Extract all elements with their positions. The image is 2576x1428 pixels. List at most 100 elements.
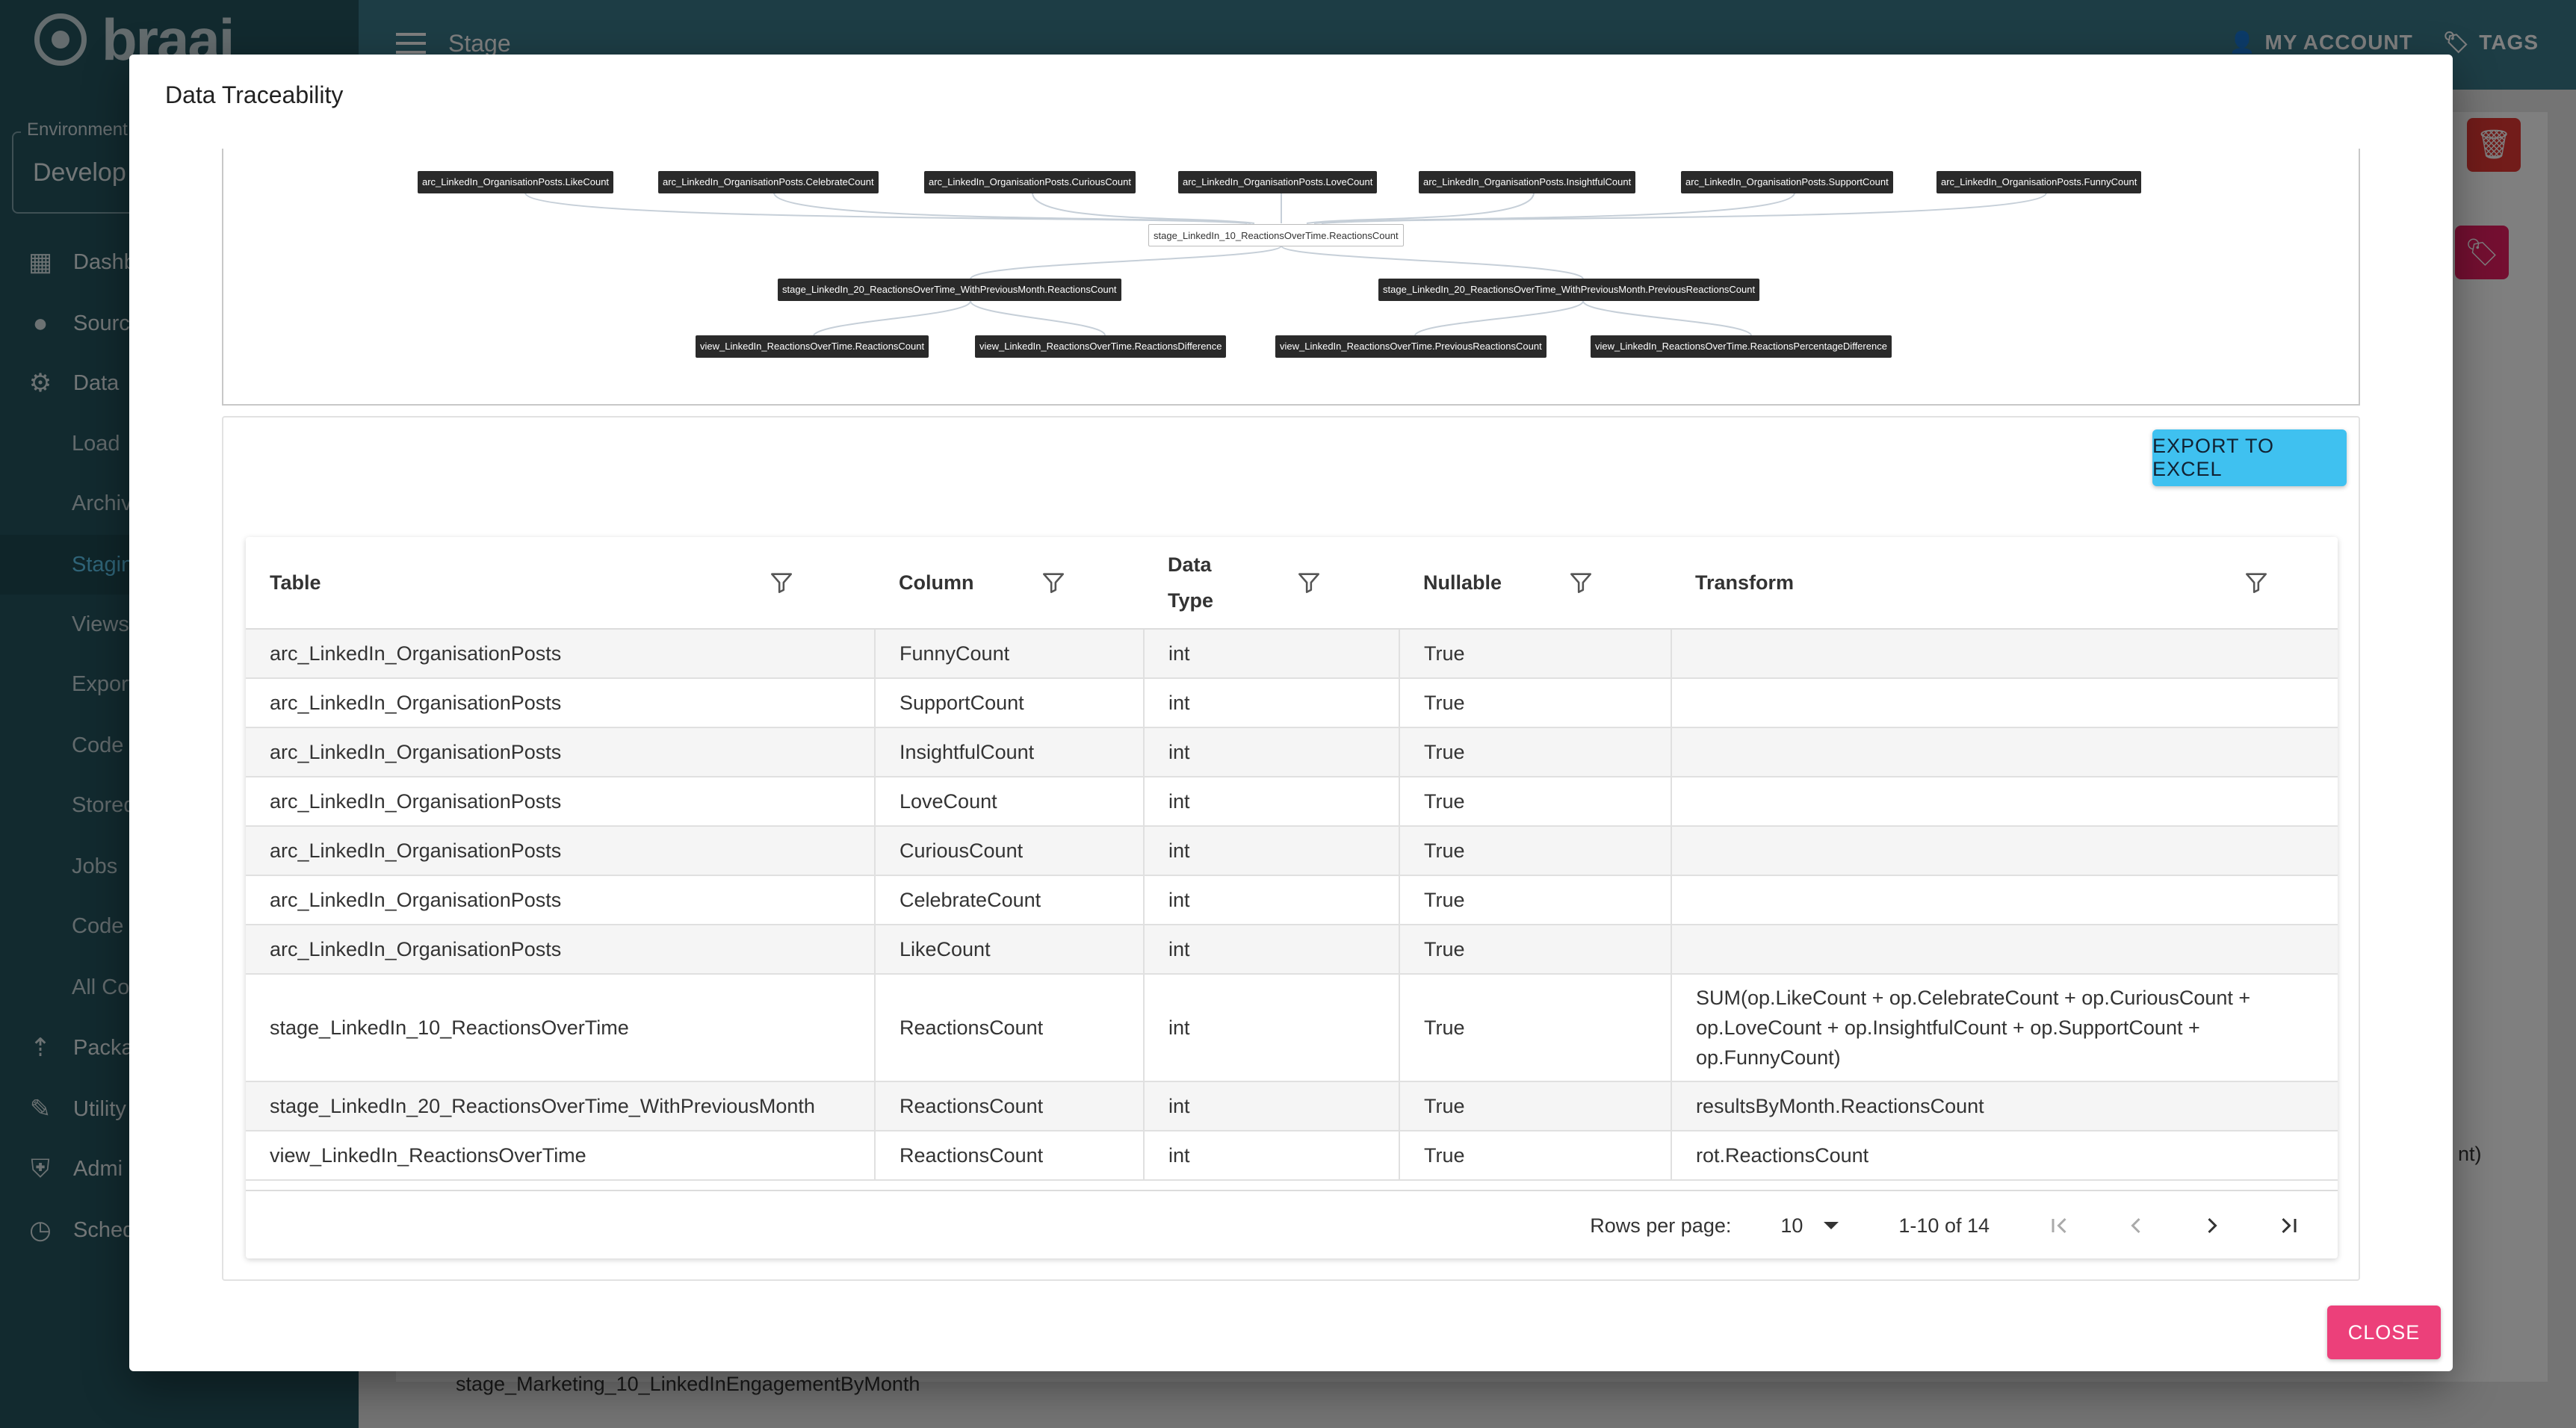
rows-per-page-select[interactable]: 10	[1780, 1214, 1803, 1238]
cell-nullable: True	[1399, 1081, 1672, 1131]
first-page-button[interactable]	[2037, 1203, 2082, 1248]
cell-column: FunnyCount	[875, 629, 1145, 679]
rows-per-page-label: Rows per page:	[1590, 1214, 1732, 1237]
cell-table: arc_LinkedIn_OrganisationPosts	[246, 678, 876, 728]
graph-node-source[interactable]: arc_LinkedIn_OrganisationPosts.LikeCount	[418, 171, 614, 193]
cell-nullable: True	[1399, 777, 1672, 827]
edge-likecount	[524, 192, 1248, 224]
chevron-right-icon	[2208, 1217, 2217, 1234]
cell-table: arc_LinkedIn_OrganisationPosts	[246, 777, 876, 827]
graph-node-source[interactable]: arc_LinkedIn_OrganisationPosts.CuriousCo…	[924, 171, 1136, 193]
header-label: Transform	[1695, 571, 1795, 594]
filter-icon[interactable]	[1568, 570, 1594, 595]
first-page-icon	[2052, 1217, 2066, 1234]
cell-column: LikeCount	[875, 925, 1145, 975]
table-row[interactable]: arc_LinkedIn_OrganisationPosts SupportCo…	[246, 678, 2338, 728]
cell-transform	[1671, 629, 2338, 679]
cell-table: arc_LinkedIn_OrganisationPosts	[246, 727, 876, 777]
cell-transform: rot.ReactionsCount	[1671, 1131, 2338, 1181]
graph-node-view[interactable]: view_LinkedIn_ReactionsOverTime.Previous…	[1275, 335, 1546, 358]
cell-type: int	[1144, 1131, 1400, 1181]
column-header-data-type[interactable]: Data Type	[1144, 537, 1399, 630]
table-row[interactable]: arc_LinkedIn_OrganisationPosts LoveCount…	[246, 777, 2338, 827]
cell-type: int	[1144, 727, 1400, 777]
table-row[interactable]: view_LinkedIn_ReactionsOverTime Reaction…	[246, 1131, 2338, 1181]
close-button[interactable]: CLOSE	[2327, 1306, 2441, 1359]
graph-node-center[interactable]: stage_LinkedIn_10_ReactionsOverTime.Reac…	[1148, 224, 1404, 246]
column-header-table[interactable]: Table	[246, 537, 875, 630]
cell-transform	[1671, 826, 2338, 876]
cell-table: arc_LinkedIn_OrganisationPosts	[246, 875, 876, 925]
edge-mid1-to-view1	[813, 300, 971, 336]
table-row[interactable]: arc_LinkedIn_OrganisationPosts CuriousCo…	[246, 826, 2338, 876]
cell-transform: resultsByMonth.ReactionsCount	[1671, 1081, 2338, 1131]
cell-nullable: True	[1399, 826, 1672, 876]
cell-nullable: True	[1399, 875, 1672, 925]
data-traceability-dialog: Data Traceability arc_LinkedIn_Organisat…	[129, 55, 2453, 1371]
edge-mid2-to-view3	[1414, 300, 1584, 336]
cell-type: int	[1144, 1081, 1400, 1131]
graph-node-source[interactable]: arc_LinkedIn_OrganisationPosts.Celebrate…	[658, 171, 879, 193]
lineage-graph[interactable]: arc_LinkedIn_OrganisationPosts.LikeCount…	[222, 149, 2360, 406]
cell-nullable: True	[1399, 727, 1672, 777]
last-page-button[interactable]	[2266, 1203, 2311, 1248]
graph-node-source[interactable]: arc_LinkedIn_OrganisationPosts.Insightfu…	[1419, 171, 1636, 193]
table-row[interactable]: arc_LinkedIn_OrganisationPosts Celebrate…	[246, 875, 2338, 925]
chevron-down-icon[interactable]	[1824, 1222, 1839, 1229]
graph-node-source[interactable]: arc_LinkedIn_OrganisationPosts.LoveCount	[1178, 171, 1378, 193]
cell-table: arc_LinkedIn_OrganisationPosts	[246, 925, 876, 975]
cell-table: view_LinkedIn_ReactionsOverTime	[246, 1131, 876, 1181]
filter-icon[interactable]	[1041, 570, 1066, 595]
edge-center-to-mid2	[1281, 245, 1584, 279]
cell-transform: SUM(op.LikeCount + op.CelebrateCount + o…	[1671, 974, 2338, 1082]
graph-node-view[interactable]: view_LinkedIn_ReactionsOverTime.Reaction…	[1591, 335, 1892, 358]
cell-table: arc_LinkedIn_OrganisationPosts	[246, 826, 876, 876]
cell-column: SupportCount	[875, 678, 1145, 728]
chevron-left-icon	[2131, 1217, 2140, 1234]
cell-column: LoveCount	[875, 777, 1145, 827]
graph-node-view[interactable]: view_LinkedIn_ReactionsOverTime.Reaction…	[975, 335, 1227, 358]
filter-icon[interactable]	[769, 570, 794, 595]
column-header-nullable[interactable]: Nullable	[1399, 537, 1671, 630]
filter-icon[interactable]	[2244, 570, 2269, 595]
previous-page-button[interactable]	[2114, 1203, 2158, 1248]
table-row[interactable]: stage_LinkedIn_20_ReactionsOverTime_With…	[246, 1081, 2338, 1131]
cell-nullable: True	[1399, 1131, 1672, 1181]
cell-transform	[1671, 727, 2338, 777]
table-row[interactable]: stage_LinkedIn_10_ReactionsOverTime Reac…	[246, 974, 2338, 1082]
cell-column: ReactionsCount	[875, 1131, 1145, 1181]
graph-node-source[interactable]: arc_LinkedIn_OrganisationPosts.SupportCo…	[1681, 171, 1893, 193]
traceability-table-card: EXPORT TO EXCEL Table Column Data Type N…	[222, 416, 2360, 1281]
last-page-icon	[2282, 1217, 2297, 1234]
table-row[interactable]: arc_LinkedIn_OrganisationPosts Insightfu…	[246, 727, 2338, 777]
graph-node-view[interactable]: view_LinkedIn_ReactionsOverTime.Reaction…	[696, 335, 929, 358]
header-label: Column	[899, 571, 974, 594]
cell-column: ReactionsCount	[875, 974, 1145, 1082]
table-row[interactable]: arc_LinkedIn_OrganisationPosts LikeCount…	[246, 925, 2338, 975]
edge-center-to-mid1	[970, 245, 1282, 279]
export-to-excel-button[interactable]: EXPORT TO EXCEL	[2152, 429, 2347, 486]
column-header-column[interactable]: Column	[875, 537, 1144, 630]
cell-table: stage_LinkedIn_10_ReactionsOverTime	[246, 974, 876, 1082]
traceability-grid: Table Column Data Type Nullable Transform	[246, 537, 2338, 1258]
cell-type: int	[1144, 826, 1400, 876]
cell-table: arc_LinkedIn_OrganisationPosts	[246, 629, 876, 679]
edge-mid2-to-view4	[1582, 300, 1752, 336]
graph-node-source[interactable]: arc_LinkedIn_OrganisationPosts.FunnyCoun…	[1936, 171, 2142, 193]
cell-type: int	[1144, 875, 1400, 925]
next-page-button[interactable]	[2190, 1203, 2235, 1248]
table-row[interactable]: arc_LinkedIn_OrganisationPosts FunnyCoun…	[246, 629, 2338, 679]
cell-column: InsightfulCount	[875, 727, 1145, 777]
cell-type: int	[1144, 777, 1400, 827]
column-header-transform[interactable]: Transform	[1671, 537, 2338, 630]
cell-column: CelebrateCount	[875, 875, 1145, 925]
header-label: Type	[1168, 589, 1214, 612]
header-label: Table	[270, 571, 321, 594]
graph-node-stage[interactable]: stage_LinkedIn_20_ReactionsOverTime_With…	[778, 279, 1121, 301]
filter-icon[interactable]	[1296, 570, 1322, 595]
cell-type: int	[1144, 678, 1400, 728]
header-label: Data	[1168, 553, 1212, 576]
cell-nullable: True	[1399, 678, 1672, 728]
cell-type: int	[1144, 629, 1400, 679]
graph-node-stage[interactable]: stage_LinkedIn_20_ReactionsOverTime_With…	[1378, 279, 1760, 301]
